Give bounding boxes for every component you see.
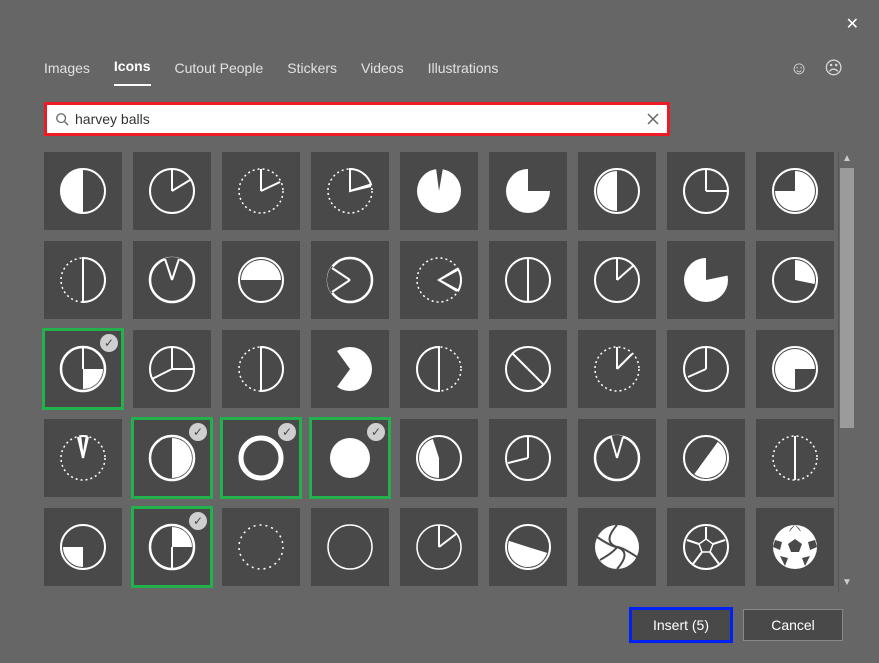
scroll-up-icon[interactable]: ▲ [840, 153, 854, 167]
icon-outline-notch-tr[interactable] [667, 152, 745, 230]
tab-videos[interactable]: Videos [361, 60, 404, 86]
feedback-buttons: ☺ ☹ [790, 58, 843, 79]
cancel-button[interactable]: Cancel [743, 609, 843, 641]
feedback-happy-icon[interactable]: ☺ [790, 58, 808, 79]
selected-checkmark-icon: ✓ [100, 334, 118, 352]
icon-solid-disc[interactable]: ✓ [311, 419, 389, 497]
icon-solid-notch-l[interactable] [311, 330, 389, 408]
icon-outline-notch-top[interactable] [133, 241, 211, 319]
icon-half-top-solid[interactable] [222, 241, 300, 319]
feedback-sad-icon[interactable]: ☹ [824, 58, 843, 79]
tab-stickers[interactable]: Stickers [287, 60, 337, 86]
results-area: ✓ ✓ ✓ ✓ ✓ ▲ ▼ [44, 152, 854, 592]
icon-outline-line[interactable] [489, 419, 567, 497]
icon-soccer-solid[interactable] [756, 508, 834, 586]
category-tabs: Images Icons Cutout People Stickers Vide… [0, 0, 879, 86]
icon-grid: ✓ ✓ ✓ ✓ ✓ [44, 152, 844, 592]
icon-outline-d[interactable] [489, 330, 567, 408]
search-input[interactable] [75, 111, 647, 127]
icon-outline-slice[interactable] [400, 508, 478, 586]
icon-dotted-split2[interactable] [756, 419, 834, 497]
dialog-footer: Insert (5) Cancel [631, 609, 843, 641]
tab-images[interactable]: Images [44, 60, 90, 86]
icon-half-diag-solid[interactable] [667, 419, 745, 497]
tab-illustrations[interactable]: Illustrations [428, 60, 499, 86]
icon-threeq-solid[interactable] [756, 152, 834, 230]
icon-q-solid-bl[interactable] [44, 508, 122, 586]
icon-pie-dotted-tr2[interactable] [311, 152, 389, 230]
icon-dotted-split[interactable] [44, 241, 122, 319]
clear-search-icon[interactable] [647, 113, 659, 125]
icon-half-left-solid2[interactable] [578, 152, 656, 230]
scroll-down-icon[interactable]: ▼ [840, 577, 854, 591]
icon-half-left-solid[interactable] [44, 152, 122, 230]
icon-dotted-full[interactable] [222, 508, 300, 586]
icon-q-solid-tr[interactable]: ✓ [133, 508, 211, 586]
icon-half-dotted[interactable] [400, 330, 478, 408]
icon-outline-notch-t[interactable] [578, 419, 656, 497]
selected-checkmark-icon: ✓ [189, 512, 207, 530]
icon-q-outline[interactable] [133, 330, 211, 408]
icon-thin-ring[interactable] [311, 508, 389, 586]
icon-volleyball[interactable] [578, 508, 656, 586]
icon-dotted-slice[interactable] [578, 330, 656, 408]
icon-outline-notch-tr2[interactable] [578, 241, 656, 319]
icon-dotted-notch[interactable] [400, 241, 478, 319]
search-box[interactable] [44, 102, 670, 136]
tab-icons[interactable]: Icons [114, 58, 151, 86]
close-button[interactable]: ✕ [846, 14, 859, 34]
icon-ring[interactable]: ✓ [222, 419, 300, 497]
icon-pie-dotted-tr[interactable] [222, 152, 300, 230]
icon-threeq-l[interactable] [400, 419, 478, 497]
icon-dotted-half[interactable] [222, 330, 300, 408]
icon-solid-notch-tr[interactable] [489, 152, 567, 230]
icon-half-solid-b[interactable] [489, 508, 567, 586]
icon-soccer-out[interactable] [667, 508, 745, 586]
selected-checkmark-icon: ✓ [367, 423, 385, 441]
icon-threeq-solid2[interactable] [756, 330, 834, 408]
scrollbar-thumb[interactable] [840, 168, 854, 428]
selected-checkmark-icon: ✓ [189, 423, 207, 441]
icon-half-right-solid[interactable]: ✓ [133, 419, 211, 497]
icon-small-solid-tr[interactable] [756, 241, 834, 319]
insert-button[interactable]: Insert (5) [631, 609, 731, 641]
icon-picker-dialog: ✕ Images Icons Cutout People Stickers Vi… [0, 0, 879, 663]
search-icon [55, 112, 69, 126]
icon-q-solid-br[interactable]: ✓ [44, 330, 122, 408]
tab-cutout-people[interactable]: Cutout People [175, 60, 264, 86]
icon-solid-notch-top[interactable] [400, 152, 478, 230]
selected-checkmark-icon: ✓ [278, 423, 296, 441]
icon-outline-split[interactable] [489, 241, 567, 319]
icon-pie-outline-r[interactable] [133, 152, 211, 230]
icon-outline-split2[interactable] [667, 330, 745, 408]
icon-outline-notch-l[interactable] [311, 241, 389, 319]
icon-tiny-slice[interactable] [44, 419, 122, 497]
results-scrollbar[interactable]: ▲ ▼ [838, 152, 854, 592]
icon-mostly-solid[interactable] [667, 241, 745, 319]
